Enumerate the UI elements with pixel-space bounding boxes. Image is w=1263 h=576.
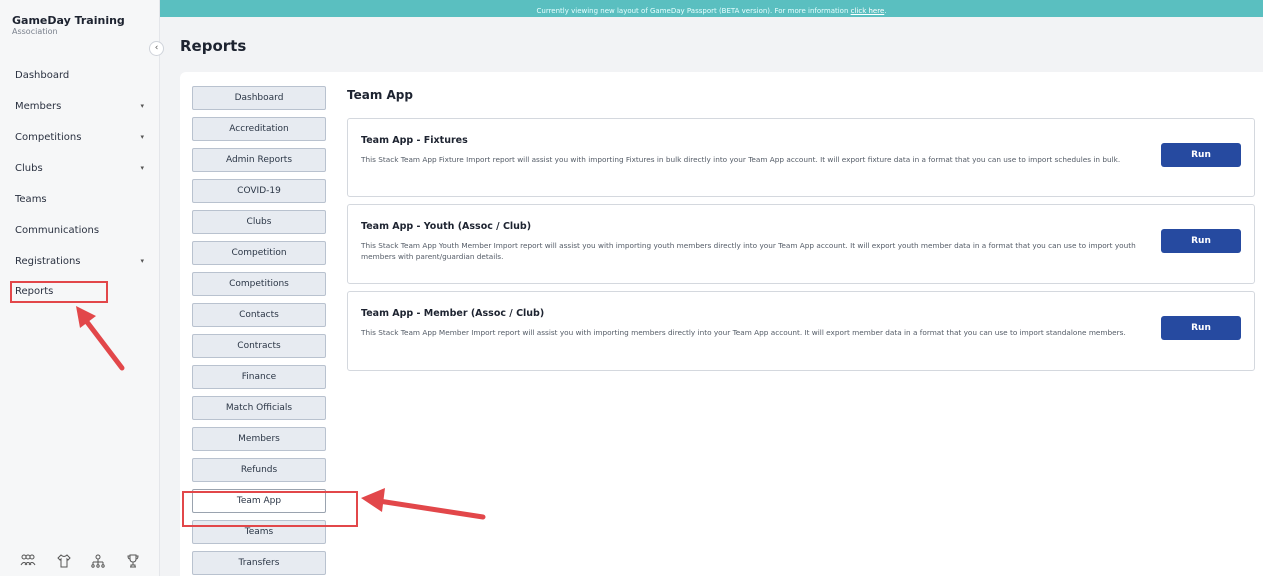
shirt-icon[interactable] [57,554,71,572]
sidebar-item-dashboard[interactable]: Dashboard [0,60,160,91]
sidebar-item-label: Reports [15,286,54,297]
collapse-sidebar-button[interactable]: ‹ [149,41,164,56]
org-name: GameDay Training [12,14,125,27]
report-nav-competition[interactable]: Competition [192,241,326,265]
sidebar-item-label: Competitions [15,132,82,143]
sidebar-item-registrations[interactable]: Registrations ▾ [0,246,160,277]
sidebar-bottom-icons [0,554,160,572]
chevron-down-icon: ▾ [140,102,144,110]
sidebar-item-label: Registrations [15,256,81,267]
card-title: Team App - Youth (Assoc / Club) [361,221,532,232]
sidebar: GameDay Training Association ‹ Dashboard… [0,0,164,576]
highlight-box [182,491,358,527]
sidebar-item-label: Teams [15,194,47,205]
report-nav-transfers[interactable]: Transfers [192,551,326,575]
sidebar-item-clubs[interactable]: Clubs ▾ [0,153,160,184]
reports-panel: Dashboard Accreditation Admin Reports CO… [180,72,1263,576]
trophy-icon[interactable] [126,554,140,572]
sidebar-item-label: Clubs [15,163,43,174]
hierarchy-icon[interactable] [91,554,105,572]
report-nav-finance[interactable]: Finance [192,365,326,389]
report-card-member: Team App - Member (Assoc / Club) This St… [347,291,1255,371]
report-category-nav: Dashboard Accreditation Admin Reports CO… [182,86,358,576]
report-nav-members[interactable]: Members [192,427,326,451]
sidebar-nav: Dashboard Members ▾ Competitions ▾ Clubs… [0,60,160,303]
banner-link[interactable]: click here [851,7,885,15]
report-nav-match-officials[interactable]: Match Officials [192,396,326,420]
sidebar-item-members[interactable]: Members ▾ [0,91,160,122]
card-title: Team App - Member (Assoc / Club) [361,308,545,319]
banner-suffix: . [884,7,887,15]
chevron-down-icon: ▾ [140,257,144,265]
page-title: Reports [180,37,247,55]
sidebar-item-communications[interactable]: Communications [0,215,160,246]
run-button[interactable]: Run [1161,316,1241,340]
people-icon[interactable] [20,554,36,572]
run-button[interactable]: Run [1161,229,1241,253]
report-nav-contracts[interactable]: Contracts [192,334,326,358]
chevron-down-icon: ▾ [140,133,144,141]
sidebar-item-label: Communications [15,225,100,236]
report-nav-covid-19[interactable]: COVID-19 [192,179,326,203]
sidebar-item-teams[interactable]: Teams [0,184,160,215]
run-button[interactable]: Run [1161,143,1241,167]
card-description: This Stack Team App Member Import report… [361,328,1126,337]
report-nav-clubs[interactable]: Clubs [192,210,326,234]
chevron-down-icon: ▾ [140,164,144,172]
card-title: Team App - Fixtures [361,135,468,146]
report-nav-dashboard[interactable]: Dashboard [192,86,326,110]
report-nav-refunds[interactable]: Refunds [192,458,326,482]
report-nav-accreditation[interactable]: Accreditation [192,117,326,141]
report-nav-admin-reports[interactable]: Admin Reports [192,148,326,172]
org-subtitle: Association [12,27,58,36]
card-description: This Stack Team App Youth Member Import … [361,241,1136,261]
card-description: This Stack Team App Fixture Import repor… [361,155,1121,164]
report-nav-competitions[interactable]: Competitions [192,272,326,296]
sidebar-item-label: Members [15,101,62,112]
report-card-fixtures: Team App - Fixtures This Stack Team App … [347,118,1255,197]
banner-text: Currently viewing new layout of GameDay … [536,7,851,15]
report-nav-contacts[interactable]: Contacts [192,303,326,327]
sidebar-item-reports[interactable]: Reports [10,281,108,303]
beta-banner: Currently viewing new layout of GameDay … [160,0,1263,17]
sidebar-item-competitions[interactable]: Competitions ▾ [0,122,160,153]
report-card-youth: Team App - Youth (Assoc / Club) This Sta… [347,204,1255,284]
section-title: Team App [347,88,413,102]
sidebar-item-label: Dashboard [15,70,70,81]
